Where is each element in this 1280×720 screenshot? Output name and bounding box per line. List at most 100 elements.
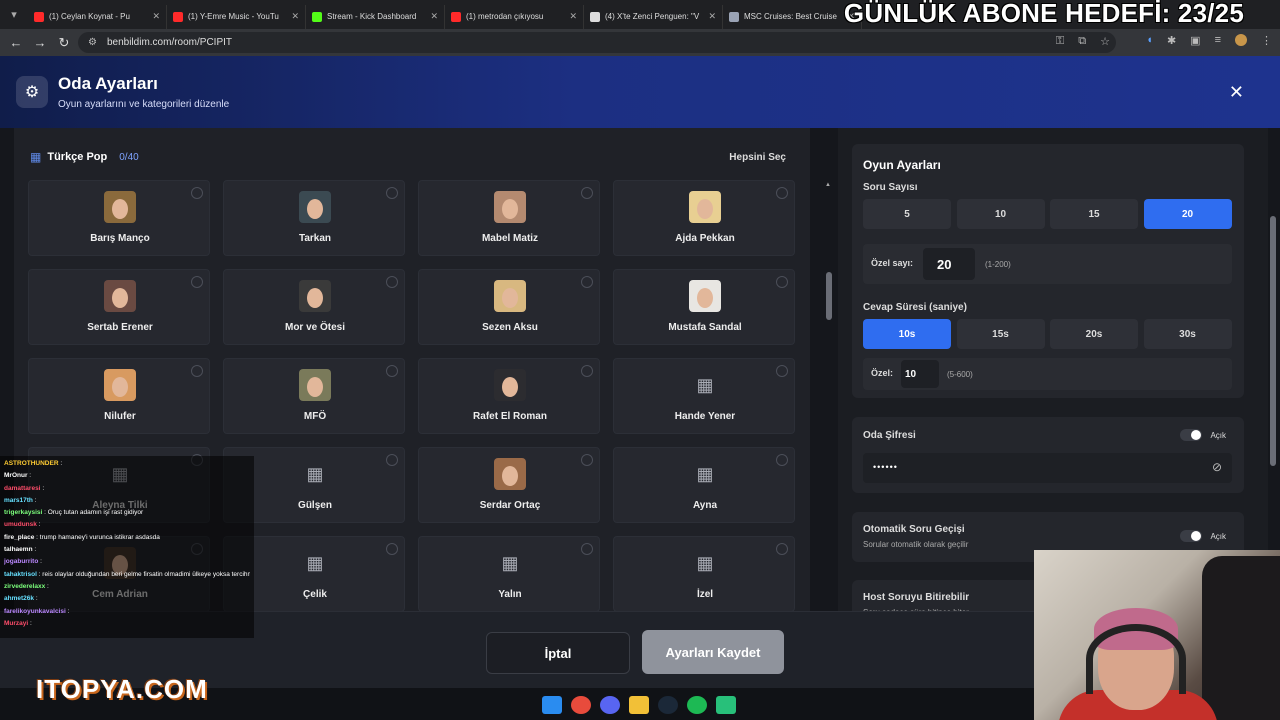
artist-card[interactable]: Ajda Pekkan	[613, 180, 795, 256]
artist-card[interactable]: MFÖ	[223, 358, 405, 434]
menu-icon[interactable]: ⋮	[1261, 34, 1272, 47]
answer-time-option[interactable]: 10s	[863, 319, 951, 349]
artist-name: Mor ve Ötesi	[284, 322, 346, 333]
cancel-button[interactable]: İptal	[486, 632, 630, 674]
select-radio[interactable]	[581, 454, 593, 466]
select-radio[interactable]	[386, 543, 398, 555]
chat-message: jogaburrito :	[4, 556, 250, 568]
save-settings-button[interactable]: Ayarları Kaydet	[642, 630, 784, 674]
reading-list-icon[interactable]: ≡	[1215, 34, 1221, 47]
select-radio[interactable]	[386, 276, 398, 288]
reload-icon[interactable]: ↻	[52, 35, 76, 51]
select-radio[interactable]	[581, 365, 593, 377]
question-count-option[interactable]: 20	[1143, 199, 1232, 229]
page-subtitle: Oyun ayarlarını ve kategorileri düzenle	[58, 99, 230, 110]
address-bar[interactable]: ⚙ benbildim.com/room/PCIPIT	[78, 32, 1116, 53]
browser-tab[interactable]: (4) X'te Zenci Penguen: "V ✕	[584, 4, 723, 29]
app-icon[interactable]	[716, 696, 736, 714]
eye-off-icon[interactable]: ⊘	[1212, 460, 1222, 474]
answer-time-option[interactable]: 20s	[1050, 319, 1138, 349]
custom-count-input[interactable]: 20	[923, 248, 975, 280]
custom-time-row: Özel: 10 (5-600)	[863, 358, 1232, 390]
artist-card[interactable]: ▦ İzel	[613, 536, 795, 612]
close-icon[interactable]: ✕	[1229, 82, 1244, 103]
back-icon[interactable]: ←	[4, 35, 28, 50]
browser-tab[interactable]: Stream - Kick Dashboard ✕	[306, 4, 445, 29]
forward-icon[interactable]: →	[28, 35, 52, 50]
select-radio[interactable]	[776, 454, 788, 466]
browser-tab[interactable]: MSC Cruises: Best Cruise ✕	[723, 4, 862, 29]
tab-close-icon[interactable]: ✕	[569, 11, 577, 22]
select-radio[interactable]	[776, 365, 788, 377]
browser-tab[interactable]: (1) Y-Emre Music - YouTu ✕	[167, 4, 306, 29]
tab-close-icon[interactable]: ✕	[430, 11, 438, 22]
artist-card[interactable]: Mabel Matiz	[418, 180, 600, 256]
artist-card[interactable]: Mustafa Sandal	[613, 269, 795, 345]
building-icon: ▦	[696, 552, 714, 573]
select-radio[interactable]	[581, 187, 593, 199]
chrome-icon[interactable]	[571, 696, 591, 714]
custom-count-label: Özel sayı:	[871, 258, 914, 268]
password-toggle-label: Açık	[1210, 431, 1226, 440]
browser-tab[interactable]: (1) Ceylan Koynat - Pu ✕	[28, 4, 167, 29]
folder-icon[interactable]	[629, 696, 649, 714]
spotify-icon[interactable]	[687, 696, 707, 714]
select-radio[interactable]	[191, 276, 203, 288]
audio-icon[interactable]: ◖	[1146, 34, 1153, 47]
chat-message: damattaresi :	[4, 483, 250, 495]
select-radio[interactable]	[386, 365, 398, 377]
question-count-option[interactable]: 15	[1050, 199, 1138, 229]
artist-card[interactable]: Barış Manço	[28, 180, 210, 256]
artist-avatar	[104, 191, 136, 223]
artist-card[interactable]: ▦ Hande Yener	[613, 358, 795, 434]
select-radio[interactable]	[386, 187, 398, 199]
answer-time-option[interactable]: 15s	[956, 319, 1045, 349]
discord-icon[interactable]	[600, 696, 620, 714]
answer-time-option[interactable]: 30s	[1143, 319, 1232, 349]
category-scrollbar[interactable]: ▲ ▼	[825, 182, 832, 668]
artist-card[interactable]: Sezen Aksu	[418, 269, 600, 345]
steam-icon[interactable]	[658, 696, 678, 714]
page-scrollbar[interactable]	[1270, 132, 1276, 612]
select-radio[interactable]	[386, 454, 398, 466]
tab-close-icon[interactable]: ✕	[152, 11, 160, 22]
artist-card[interactable]: Serdar Ortaç	[418, 447, 600, 523]
site-info-icon[interactable]: ⚙	[88, 37, 97, 48]
auto-next-toggle[interactable]	[1180, 530, 1202, 542]
artist-card[interactable]: Nilufer	[28, 358, 210, 434]
install-icon[interactable]: ⧉	[1078, 35, 1086, 48]
chat-text: :	[60, 460, 63, 467]
artist-card[interactable]: ▦ Yalın	[418, 536, 600, 612]
select-radio[interactable]	[581, 543, 593, 555]
profile-avatar[interactable]	[1235, 34, 1247, 46]
artist-card[interactable]: Sertab Erener	[28, 269, 210, 345]
artist-card[interactable]: ▦ Ayna	[613, 447, 795, 523]
artist-card[interactable]: Mor ve Ötesi	[223, 269, 405, 345]
select-radio[interactable]	[581, 276, 593, 288]
artist-avatar	[299, 191, 331, 223]
bookmark-star-icon[interactable]: ☆	[1100, 35, 1110, 48]
artist-card[interactable]: Tarkan	[223, 180, 405, 256]
extension-icon[interactable]: ✱	[1167, 34, 1176, 47]
artist-card[interactable]: Rafet El Roman	[418, 358, 600, 434]
tab-close-icon[interactable]: ✕	[291, 11, 299, 22]
tab-list-icon[interactable]: ▾	[0, 0, 28, 29]
key-icon[interactable]: ⚿	[1056, 35, 1064, 48]
question-count-option[interactable]: 10	[956, 199, 1045, 229]
select-radio[interactable]	[191, 187, 203, 199]
select-radio[interactable]	[191, 365, 203, 377]
password-input[interactable]: •••••• ⊘	[863, 453, 1232, 483]
chat-message: farelikoyunkavalcisi :	[4, 606, 250, 618]
select-radio[interactable]	[776, 187, 788, 199]
start-icon[interactable]	[542, 696, 562, 714]
password-toggle[interactable]	[1180, 429, 1202, 441]
puzzle-icon[interactable]: ▣	[1190, 34, 1200, 47]
browser-tab[interactable]: (1) metrodan çıkıyosu ✕	[445, 4, 584, 29]
custom-time-input[interactable]: 10	[901, 360, 939, 388]
question-count-option[interactable]: 5	[863, 199, 951, 229]
tab-close-icon[interactable]: ✕	[708, 11, 716, 22]
select-radio[interactable]	[776, 543, 788, 555]
select-all-button[interactable]: Hepsini Seç	[729, 152, 786, 163]
select-radio[interactable]	[776, 276, 788, 288]
custom-count-hint: (1-200)	[985, 260, 1011, 269]
